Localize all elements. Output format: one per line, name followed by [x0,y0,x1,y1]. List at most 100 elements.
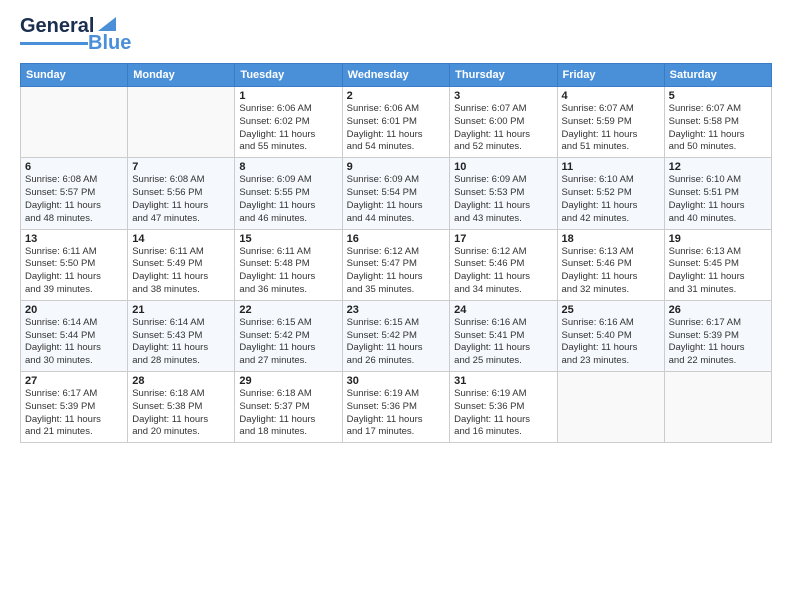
calendar-cell: 14Sunrise: 6:11 AM Sunset: 5:49 PM Dayli… [128,229,235,300]
day-info: Sunrise: 6:16 AM Sunset: 5:41 PM Dayligh… [454,317,552,368]
calendar-week-2: 6Sunrise: 6:08 AM Sunset: 5:57 PM Daylig… [21,158,772,229]
calendar-cell [557,372,664,443]
calendar-cell: 2Sunrise: 6:06 AM Sunset: 6:01 PM Daylig… [342,87,450,158]
calendar-cell: 19Sunrise: 6:13 AM Sunset: 5:45 PM Dayli… [664,229,771,300]
calendar-cell: 24Sunrise: 6:16 AM Sunset: 5:41 PM Dayli… [450,300,557,371]
day-number: 25 [562,304,660,316]
calendar-cell: 29Sunrise: 6:18 AM Sunset: 5:37 PM Dayli… [235,372,342,443]
day-info: Sunrise: 6:11 AM Sunset: 5:50 PM Dayligh… [25,246,123,297]
day-info: Sunrise: 6:13 AM Sunset: 5:46 PM Dayligh… [562,246,660,297]
day-info: Sunrise: 6:13 AM Sunset: 5:45 PM Dayligh… [669,246,767,297]
day-info: Sunrise: 6:09 AM Sunset: 5:54 PM Dayligh… [347,174,446,225]
day-number: 26 [669,304,767,316]
day-info: Sunrise: 6:18 AM Sunset: 5:38 PM Dayligh… [132,388,230,439]
logo: General Blue [20,16,131,53]
day-number: 27 [25,375,123,387]
day-info: Sunrise: 6:15 AM Sunset: 5:42 PM Dayligh… [239,317,337,368]
calendar-cell: 15Sunrise: 6:11 AM Sunset: 5:48 PM Dayli… [235,229,342,300]
calendar-week-1: 1Sunrise: 6:06 AM Sunset: 6:02 PM Daylig… [21,87,772,158]
day-number: 1 [239,90,337,102]
day-info: Sunrise: 6:15 AM Sunset: 5:42 PM Dayligh… [347,317,446,368]
day-number: 4 [562,90,660,102]
calendar-cell: 21Sunrise: 6:14 AM Sunset: 5:43 PM Dayli… [128,300,235,371]
calendar-cell: 11Sunrise: 6:10 AM Sunset: 5:52 PM Dayli… [557,158,664,229]
day-number: 6 [25,161,123,173]
day-info: Sunrise: 6:09 AM Sunset: 5:55 PM Dayligh… [239,174,337,225]
day-info: Sunrise: 6:08 AM Sunset: 5:57 PM Dayligh… [25,174,123,225]
weekday-header-sunday: Sunday [21,64,128,87]
calendar-cell: 16Sunrise: 6:12 AM Sunset: 5:47 PM Dayli… [342,229,450,300]
day-number: 15 [239,233,337,245]
day-info: Sunrise: 6:19 AM Sunset: 5:36 PM Dayligh… [454,388,552,439]
day-number: 13 [25,233,123,245]
calendar-cell [128,87,235,158]
calendar-cell: 1Sunrise: 6:06 AM Sunset: 6:02 PM Daylig… [235,87,342,158]
day-number: 21 [132,304,230,316]
calendar-cell: 31Sunrise: 6:19 AM Sunset: 5:36 PM Dayli… [450,372,557,443]
calendar-cell [664,372,771,443]
day-info: Sunrise: 6:07 AM Sunset: 6:00 PM Dayligh… [454,103,552,154]
day-number: 31 [454,375,552,387]
calendar-cell: 22Sunrise: 6:15 AM Sunset: 5:42 PM Dayli… [235,300,342,371]
day-info: Sunrise: 6:07 AM Sunset: 5:59 PM Dayligh… [562,103,660,154]
day-number: 20 [25,304,123,316]
calendar-week-4: 20Sunrise: 6:14 AM Sunset: 5:44 PM Dayli… [21,300,772,371]
day-info: Sunrise: 6:11 AM Sunset: 5:48 PM Dayligh… [239,246,337,297]
day-number: 17 [454,233,552,245]
day-number: 19 [669,233,767,245]
day-info: Sunrise: 6:12 AM Sunset: 5:47 PM Dayligh… [347,246,446,297]
calendar-cell: 9Sunrise: 6:09 AM Sunset: 5:54 PM Daylig… [342,158,450,229]
day-number: 22 [239,304,337,316]
day-info: Sunrise: 6:10 AM Sunset: 5:51 PM Dayligh… [669,174,767,225]
day-info: Sunrise: 6:09 AM Sunset: 5:53 PM Dayligh… [454,174,552,225]
day-info: Sunrise: 6:06 AM Sunset: 6:02 PM Dayligh… [239,103,337,154]
calendar-cell: 17Sunrise: 6:12 AM Sunset: 5:46 PM Dayli… [450,229,557,300]
logo-text: General [20,16,94,36]
calendar-cell: 7Sunrise: 6:08 AM Sunset: 5:56 PM Daylig… [128,158,235,229]
day-number: 16 [347,233,446,245]
day-number: 11 [562,161,660,173]
day-number: 23 [347,304,446,316]
calendar-cell: 26Sunrise: 6:17 AM Sunset: 5:39 PM Dayli… [664,300,771,371]
page: General Blue SundayMondayTuesdayWednesda… [0,0,792,612]
day-info: Sunrise: 6:08 AM Sunset: 5:56 PM Dayligh… [132,174,230,225]
day-info: Sunrise: 6:17 AM Sunset: 5:39 PM Dayligh… [25,388,123,439]
calendar-cell: 25Sunrise: 6:16 AM Sunset: 5:40 PM Dayli… [557,300,664,371]
day-number: 7 [132,161,230,173]
day-number: 28 [132,375,230,387]
calendar-cell: 27Sunrise: 6:17 AM Sunset: 5:39 PM Dayli… [21,372,128,443]
day-info: Sunrise: 6:19 AM Sunset: 5:36 PM Dayligh… [347,388,446,439]
calendar-cell: 4Sunrise: 6:07 AM Sunset: 5:59 PM Daylig… [557,87,664,158]
day-number: 18 [562,233,660,245]
weekday-header-tuesday: Tuesday [235,64,342,87]
calendar-week-5: 27Sunrise: 6:17 AM Sunset: 5:39 PM Dayli… [21,372,772,443]
weekday-header-wednesday: Wednesday [342,64,450,87]
calendar-cell: 5Sunrise: 6:07 AM Sunset: 5:58 PM Daylig… [664,87,771,158]
day-number: 10 [454,161,552,173]
weekday-header-thursday: Thursday [450,64,557,87]
day-info: Sunrise: 6:17 AM Sunset: 5:39 PM Dayligh… [669,317,767,368]
calendar-cell: 13Sunrise: 6:11 AM Sunset: 5:50 PM Dayli… [21,229,128,300]
calendar-cell: 3Sunrise: 6:07 AM Sunset: 6:00 PM Daylig… [450,87,557,158]
day-info: Sunrise: 6:11 AM Sunset: 5:49 PM Dayligh… [132,246,230,297]
calendar-cell: 18Sunrise: 6:13 AM Sunset: 5:46 PM Dayli… [557,229,664,300]
day-info: Sunrise: 6:12 AM Sunset: 5:46 PM Dayligh… [454,246,552,297]
day-number: 2 [347,90,446,102]
day-number: 29 [239,375,337,387]
header: General Blue [20,16,772,53]
day-number: 9 [347,161,446,173]
calendar-table: SundayMondayTuesdayWednesdayThursdayFrid… [20,63,772,443]
day-number: 24 [454,304,552,316]
logo-blue-text: Blue [88,33,131,53]
day-number: 14 [132,233,230,245]
calendar-cell: 8Sunrise: 6:09 AM Sunset: 5:55 PM Daylig… [235,158,342,229]
calendar-cell: 23Sunrise: 6:15 AM Sunset: 5:42 PM Dayli… [342,300,450,371]
weekday-header-monday: Monday [128,64,235,87]
calendar-cell: 30Sunrise: 6:19 AM Sunset: 5:36 PM Dayli… [342,372,450,443]
day-info: Sunrise: 6:16 AM Sunset: 5:40 PM Dayligh… [562,317,660,368]
day-info: Sunrise: 6:14 AM Sunset: 5:44 PM Dayligh… [25,317,123,368]
day-info: Sunrise: 6:14 AM Sunset: 5:43 PM Dayligh… [132,317,230,368]
calendar-cell: 6Sunrise: 6:08 AM Sunset: 5:57 PM Daylig… [21,158,128,229]
day-number: 5 [669,90,767,102]
weekday-header-friday: Friday [557,64,664,87]
